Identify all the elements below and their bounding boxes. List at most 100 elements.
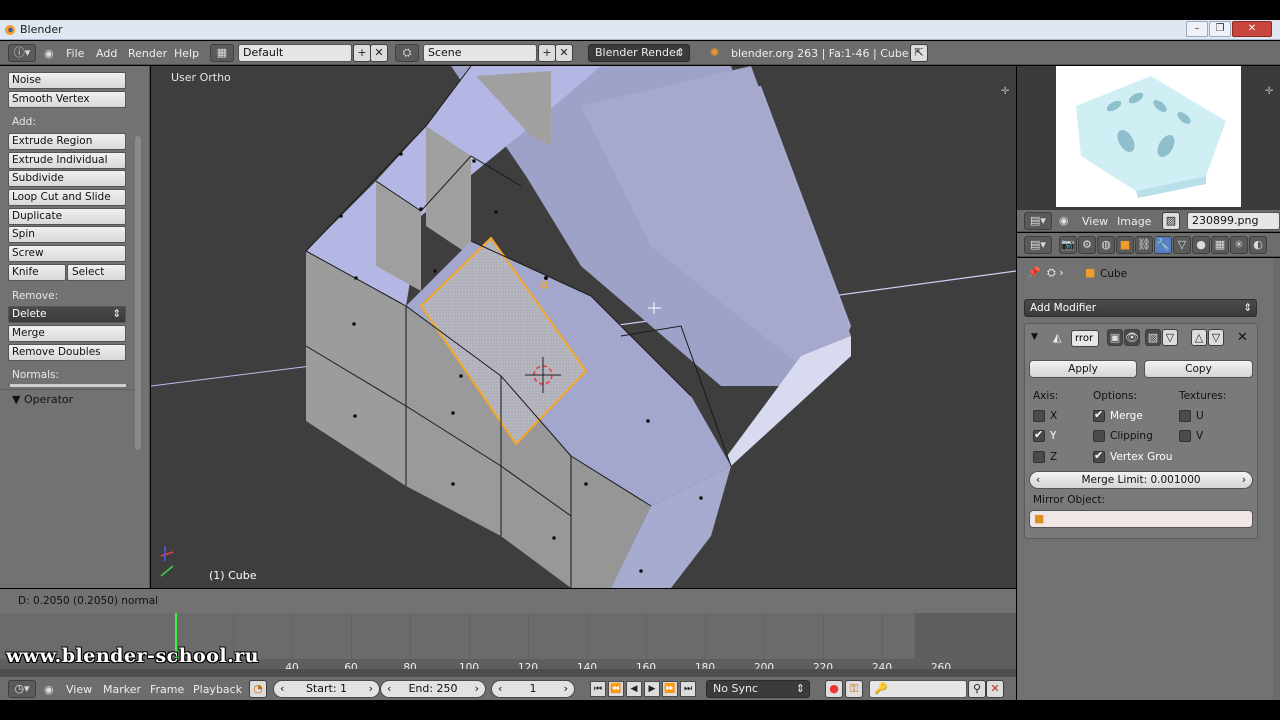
close-window-button[interactable]: ✕: [1232, 21, 1272, 37]
mirror-object-field[interactable]: ■: [1029, 510, 1253, 528]
move-up-icon[interactable]: △: [1191, 329, 1207, 346]
scene-icon[interactable]: ⛭: [395, 44, 419, 62]
merge-limit-field[interactable]: ‹ Merge Limit: 0.001000 ›: [1029, 471, 1253, 489]
world-tab-icon[interactable]: ◍: [1097, 236, 1115, 254]
editor-type-image-icon[interactable]: ▤▾: [1024, 212, 1052, 230]
scene-tab-icon[interactable]: ⚙: [1078, 236, 1096, 254]
knife-button[interactable]: Knife: [8, 264, 66, 281]
data-tab-icon[interactable]: ▽: [1173, 236, 1191, 254]
remove-layout-icon[interactable]: ✕: [370, 44, 388, 62]
keying-set-icon[interactable]: ⚿: [845, 680, 863, 698]
minimize-button[interactable]: –: [1186, 21, 1208, 37]
insert-keyframe-icon[interactable]: ⚲: [968, 680, 986, 698]
timeline-menu-marker[interactable]: Marker: [103, 683, 141, 696]
texture-tab-icon[interactable]: ▦: [1211, 236, 1229, 254]
editmode-toggle-icon[interactable]: ▧: [1145, 329, 1161, 346]
image-name-field[interactable]: 230899.png: [1187, 212, 1280, 230]
timeline-area[interactable]: 40 60 80 100 120 140 160 180 200 220 240…: [0, 613, 1016, 676]
menu-file[interactable]: File: [66, 47, 84, 60]
sync-mode-dropdown[interactable]: No Sync ⇕: [706, 680, 810, 698]
image-editor-area[interactable]: ✛: [1017, 66, 1280, 210]
collapse-menu-icon[interactable]: ◉: [1059, 214, 1069, 227]
menu-help[interactable]: Help: [174, 47, 199, 60]
play-icon[interactable]: ▶: [644, 681, 660, 697]
loop-cut-and-slide-button[interactable]: Loop Cut and Slide: [8, 189, 126, 206]
spin-button[interactable]: Spin: [8, 226, 126, 243]
maximize-button[interactable]: ❐: [1209, 21, 1231, 37]
particles-tab-icon[interactable]: ✳: [1230, 236, 1248, 254]
object-tab-icon[interactable]: ■: [1116, 236, 1134, 254]
play-reverse-icon[interactable]: ◀: [626, 681, 642, 697]
axis-y-checkbox[interactable]: [1033, 428, 1045, 442]
fullscreen-icon[interactable]: ⇱: [910, 44, 928, 62]
apply-button[interactable]: Apply: [1029, 360, 1137, 378]
3d-viewport[interactable]: User Ortho (1) Cube ✛: [151, 66, 1016, 588]
screen-layout-field[interactable]: Default: [238, 44, 352, 62]
record-icon[interactable]: ●: [825, 680, 843, 698]
keying-set-field[interactable]: 🔑: [869, 680, 967, 698]
extrude-region-button[interactable]: Extrude Region: [8, 133, 126, 150]
add-layout-icon[interactable]: +: [353, 44, 371, 62]
merge-button[interactable]: Merge: [8, 325, 126, 342]
image-menu-view[interactable]: View: [1082, 215, 1108, 228]
physics-tab-icon[interactable]: ◐: [1249, 236, 1267, 254]
knife-select-button[interactable]: Select: [67, 264, 126, 281]
texture-u-checkbox[interactable]: [1179, 410, 1191, 422]
screw-button[interactable]: Screw: [8, 245, 126, 262]
end-frame-field[interactable]: ‹ End: 250 ›: [380, 680, 486, 698]
timeline-menu-playback[interactable]: Playback: [193, 683, 242, 696]
delete-keyframe-icon[interactable]: ✕: [986, 680, 1004, 698]
current-frame-field[interactable]: ‹ 1 ›: [491, 680, 575, 698]
smooth-vertex-button[interactable]: Smooth Vertex: [8, 91, 126, 108]
texture-v-checkbox[interactable]: [1179, 430, 1191, 442]
material-tab-icon[interactable]: ●: [1192, 236, 1210, 254]
remove-doubles-button[interactable]: Remove Doubles: [8, 344, 126, 361]
timeline-menu-view[interactable]: View: [66, 683, 92, 696]
vertex-groups-checkbox[interactable]: [1093, 449, 1105, 463]
noise-button[interactable]: Noise: [8, 72, 126, 89]
timeline-scrollbar[interactable]: [0, 669, 1016, 676]
cage-toggle-icon[interactable]: ▽: [1162, 329, 1178, 346]
scene-field[interactable]: Scene: [423, 44, 537, 62]
axis-z-checkbox[interactable]: [1033, 451, 1045, 463]
preview-range-clock-icon[interactable]: ◔: [249, 680, 267, 698]
collapse-menu-icon[interactable]: ◉: [44, 683, 54, 696]
duplicate-button[interactable]: Duplicate: [8, 208, 126, 225]
timeline-menu-frame[interactable]: Frame: [150, 683, 184, 696]
modifiers-tab-icon[interactable]: 🔧: [1154, 236, 1172, 254]
axis-x-checkbox[interactable]: [1033, 410, 1045, 422]
area-split-icon[interactable]: ✛: [1265, 86, 1273, 97]
start-frame-field[interactable]: ‹ Start: 1 ›: [273, 680, 380, 698]
image-browse-icon[interactable]: ▨: [1162, 212, 1180, 230]
clipping-checkbox[interactable]: [1093, 430, 1105, 442]
tool-shelf-scrollbar[interactable]: [135, 136, 141, 450]
area-split-icon[interactable]: ✛: [1001, 86, 1009, 97]
add-scene-icon[interactable]: +: [538, 44, 556, 62]
menu-render[interactable]: Render: [128, 47, 167, 60]
render-toggle-icon[interactable]: ▣: [1107, 329, 1123, 346]
image-menu-image[interactable]: Image: [1117, 215, 1151, 228]
editor-type-info-icon[interactable]: ⓘ▾: [8, 44, 36, 62]
pin-icon[interactable]: 📌: [1027, 266, 1041, 279]
merge-checkbox[interactable]: [1093, 408, 1105, 422]
menu-add[interactable]: Add: [96, 47, 117, 60]
jump-start-icon[interactable]: ⏮: [590, 681, 606, 697]
prev-keyframe-icon[interactable]: ⏪: [608, 681, 624, 697]
jump-end-icon[interactable]: ⏭: [680, 681, 696, 697]
editor-type-timeline-icon[interactable]: ◷▾: [8, 680, 36, 698]
modifier-name-field[interactable]: rror: [1071, 330, 1099, 347]
add-modifier-dropdown[interactable]: Add Modifier ⇕: [1024, 299, 1257, 317]
viewport-toggle-icon[interactable]: 👁: [1124, 329, 1140, 346]
remove-modifier-icon[interactable]: ✕: [1237, 330, 1248, 345]
render-tab-icon[interactable]: 📷: [1059, 236, 1077, 254]
remove-scene-icon[interactable]: ✕: [555, 44, 573, 62]
render-engine-dropdown[interactable]: Blender Render ⇕: [588, 44, 690, 62]
mesh-view[interactable]: [151, 66, 1016, 588]
screen-layout-icon[interactable]: ▦: [210, 44, 234, 62]
move-down-icon[interactable]: ▽: [1208, 329, 1224, 346]
extrude-individual-button[interactable]: Extrude Individual: [8, 152, 126, 169]
operator-panel-header[interactable]: ▼ Operator: [12, 393, 73, 406]
copy-button[interactable]: Copy: [1144, 360, 1253, 378]
collapse-triangle-icon[interactable]: ▼: [1031, 332, 1038, 342]
subdivide-button[interactable]: Subdivide: [8, 170, 126, 187]
